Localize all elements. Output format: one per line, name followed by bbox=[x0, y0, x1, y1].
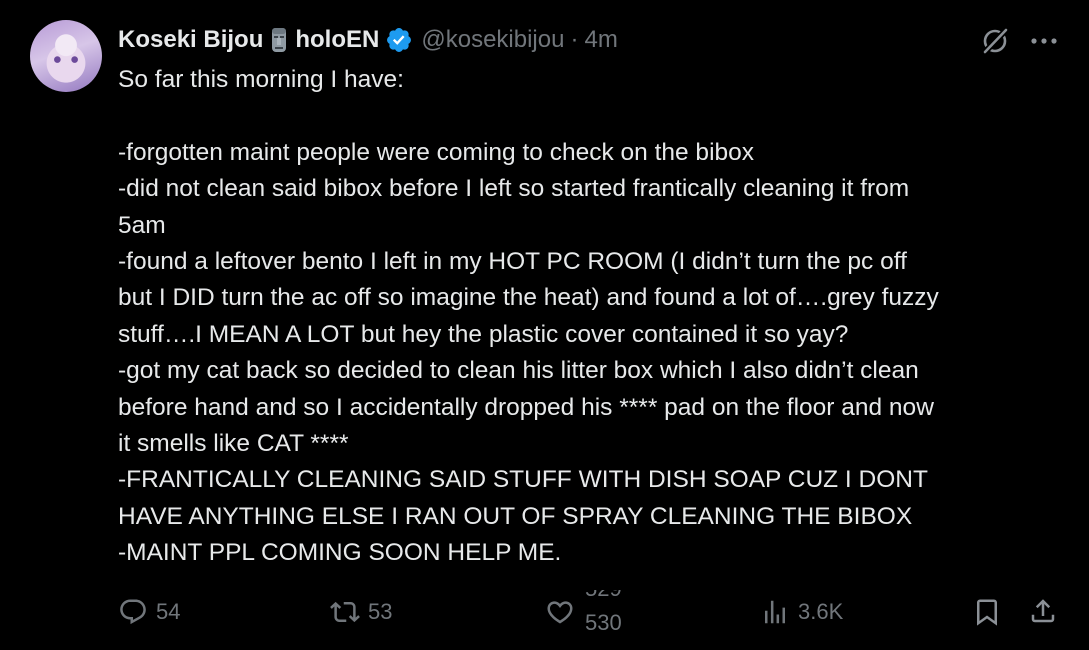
grok-icon[interactable] bbox=[980, 26, 1010, 56]
tweet-text-line: -MAINT PPL COMING SOON HELP ME. bbox=[118, 539, 562, 567]
tweet-text-line: HAVE ANYTHING ELSE I RAN OUT OF SPRAY CL… bbox=[118, 502, 913, 530]
action-bar: 54 53 529 530 3.6K bbox=[0, 590, 1089, 634]
tweet-text-line: -found a leftover bento I left in my HOT… bbox=[118, 247, 907, 275]
tweet-text-line: stuff….I MEAN A LOT but hey the plastic … bbox=[118, 320, 849, 348]
display-name[interactable]: Koseki Bijou bbox=[118, 26, 263, 54]
handle[interactable]: @kosekibijou bbox=[421, 26, 564, 54]
avatar[interactable] bbox=[30, 20, 102, 92]
tweet[interactable]: Koseki Bijou holoEN @kosekibijou · 4m So… bbox=[0, 0, 1089, 650]
moai-icon bbox=[272, 28, 287, 52]
tweet-text-line: it smells like CAT **** bbox=[118, 429, 349, 457]
tweet-text-line: -got my cat back so decided to clean his… bbox=[118, 357, 919, 385]
repost-button[interactable]: 53 bbox=[330, 590, 392, 634]
share-icon[interactable] bbox=[1028, 595, 1058, 627]
display-name-suffix[interactable]: holoEN bbox=[295, 26, 379, 54]
tweet-text-line: -did not clean said bibox before I left … bbox=[118, 175, 910, 203]
reply-count: 54 bbox=[156, 599, 181, 624]
tweet-text-line: before hand and so I accidentally droppe… bbox=[118, 393, 934, 421]
tweet-text-line bbox=[118, 98, 1068, 134]
like-count-current: 530 bbox=[585, 610, 622, 634]
verified-badge-icon bbox=[387, 28, 412, 52]
tweet-header: Koseki Bijou holoEN @kosekibijou · 4m bbox=[118, 24, 618, 56]
tweet-text: So far this morning I have: -forgotten m… bbox=[118, 62, 1068, 571]
separator: · bbox=[570, 26, 579, 53]
tweet-text-line: So far this morning I have: bbox=[118, 66, 404, 93]
tweet-text-line: -FRANTICALLY CLEANING SAID STUFF WITH DI… bbox=[118, 466, 928, 494]
timestamp[interactable]: 4m bbox=[584, 26, 617, 54]
repost-count: 53 bbox=[368, 599, 393, 624]
tweet-text-line: -forgotten maint people were coming to c… bbox=[118, 138, 755, 166]
reply-button[interactable]: 54 bbox=[118, 590, 180, 634]
tweet-text-line: but I DID turn the ac off so imagine the… bbox=[118, 284, 939, 312]
like-count-previous: 529 bbox=[585, 590, 622, 602]
views-icon bbox=[765, 600, 785, 624]
repost-icon bbox=[330, 601, 360, 623]
like-count: 529 530 bbox=[585, 590, 635, 634]
like-button[interactable]: 529 530 bbox=[545, 590, 635, 634]
reply-icon bbox=[120, 599, 146, 625]
views-button[interactable]: 3.6K bbox=[760, 590, 843, 634]
bookmark-icon[interactable] bbox=[972, 597, 1002, 627]
views-count: 3.6K bbox=[798, 599, 844, 624]
tweet-text-line: 5am bbox=[118, 211, 166, 239]
more-icon[interactable] bbox=[1028, 28, 1060, 54]
heart-icon bbox=[547, 601, 573, 624]
